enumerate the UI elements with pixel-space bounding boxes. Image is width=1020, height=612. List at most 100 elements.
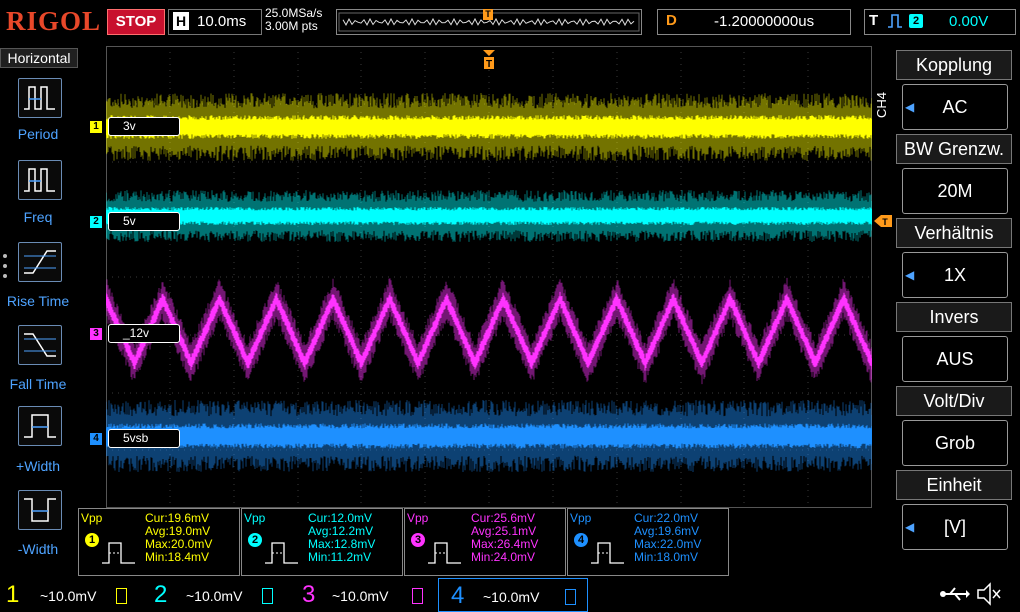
menu-coupling-value[interactable]: ◀ AC bbox=[902, 84, 1008, 130]
fall-time-label: Fall Time bbox=[9, 376, 67, 392]
meas-min: Min:18.0mV bbox=[634, 550, 699, 564]
pulse-width-icon bbox=[102, 542, 135, 564]
ch2-status[interactable]: 2 ~10.0mV bbox=[146, 578, 286, 610]
meas-values: Cur:22.0mV Avg:19.6mV Max:22.0mV Min:18.… bbox=[634, 512, 701, 564]
meas-channel-badge: 1 bbox=[85, 533, 99, 547]
rising-edge-icon bbox=[887, 13, 903, 34]
coupling-value-text: AC bbox=[942, 97, 968, 117]
channel-2-trace bbox=[106, 190, 872, 242]
memory-depth: 3.00M pts bbox=[265, 19, 318, 33]
ch3-number: 3 bbox=[302, 581, 316, 608]
ch3-label: _12v bbox=[108, 324, 180, 343]
positive-width-icon bbox=[24, 414, 56, 438]
meas-values: Cur:25.6mV Avg:25.1mV Max:26.4mV Min:24.… bbox=[471, 512, 538, 564]
pulse-width-icon bbox=[591, 542, 624, 564]
menu-ratio-value[interactable]: ◀ 1X bbox=[902, 252, 1008, 298]
measurement-ch3[interactable]: Vpp 3 Cur:25.6mV Avg:25.1mV Max:26.4mV M… bbox=[404, 508, 566, 576]
pos-width-button[interactable] bbox=[18, 406, 62, 446]
volt-div-value-text: Grob bbox=[934, 433, 976, 453]
trigger-source-badge: 2 bbox=[909, 14, 923, 28]
meas-channel-badge: 4 bbox=[574, 533, 588, 547]
freq-label: Freq bbox=[23, 209, 53, 225]
neg-width-button[interactable] bbox=[18, 490, 62, 530]
meas-type: Vpp bbox=[244, 511, 266, 525]
delay-value: -1.20000000us bbox=[714, 13, 815, 30]
fall-time-button[interactable] bbox=[18, 325, 62, 365]
bandwidth-limit-icon bbox=[565, 589, 576, 605]
menu-title-ratio: Verhältnis bbox=[896, 218, 1012, 248]
ch2-label: 5v bbox=[108, 212, 180, 231]
rise-time-label: Rise Time bbox=[6, 293, 70, 309]
bandwidth-value-text: 20M bbox=[937, 181, 973, 201]
svg-text:T: T bbox=[882, 217, 888, 227]
meas-channel-badge: 2 bbox=[248, 533, 262, 547]
ch2-scale: ~10.0mV bbox=[186, 588, 243, 604]
left-arrow-icon: ◀ bbox=[905, 520, 915, 534]
menu-bandwidth-value[interactable]: 20M bbox=[902, 168, 1008, 214]
meas-channel-badge: 3 bbox=[411, 533, 425, 547]
waveform-display[interactable] bbox=[106, 46, 872, 508]
trigger-badge: T bbox=[869, 12, 879, 29]
trigger-level-marker: T bbox=[874, 214, 894, 227]
freq-icon bbox=[24, 168, 55, 192]
ch4-offset-marker[interactable]: 4 bbox=[90, 433, 102, 445]
menu-title-volt-div: Volt/Div bbox=[896, 386, 1012, 416]
run-stop-status[interactable]: STOP bbox=[107, 9, 165, 35]
measurement-ch2[interactable]: Vpp 2 Cur:12.0mV Avg:12.2mV Max:12.8mV M… bbox=[241, 508, 403, 576]
meas-min: Min:24.0mV bbox=[471, 550, 536, 564]
horizontal-delay[interactable]: D -1.20000000us bbox=[657, 9, 851, 35]
menu-title-bandwidth: BW Grenzw. bbox=[896, 134, 1012, 164]
meas-values: Cur:19.6mV Avg:19.0mV Max:20.0mV Min:18.… bbox=[145, 512, 212, 564]
menu-channel-label: CH4 bbox=[874, 91, 889, 118]
menu-unit-value[interactable]: ◀ [V] bbox=[902, 504, 1008, 550]
acquisition-info: 25.0MSa/s 3.00M pts bbox=[265, 7, 322, 33]
channel-3-trace bbox=[106, 277, 872, 385]
invert-value-text: AUS bbox=[936, 349, 974, 369]
ch4-status-active[interactable]: 4 ~10.0mV bbox=[438, 578, 588, 612]
ch2-number: 2 bbox=[154, 581, 168, 608]
meas-min: Min:11.2mV bbox=[308, 550, 372, 564]
meas-type: Vpp bbox=[570, 511, 592, 525]
ch3-offset-marker[interactable]: 3 bbox=[90, 328, 102, 340]
fall-time-icon bbox=[24, 333, 56, 357]
bandwidth-limit-icon bbox=[116, 588, 127, 604]
bandwidth-limit-icon bbox=[262, 588, 273, 604]
meas-type: Vpp bbox=[407, 511, 429, 525]
neg-width-label: -Width bbox=[17, 541, 59, 557]
left-panel-title: Horizontal bbox=[0, 48, 78, 68]
menu-volt-div-value[interactable]: Grob bbox=[902, 420, 1008, 466]
period-button[interactable] bbox=[18, 78, 62, 118]
svg-text:T: T bbox=[486, 59, 492, 70]
rise-time-button[interactable] bbox=[18, 242, 62, 282]
bandwidth-limit-icon bbox=[412, 588, 423, 604]
ch1-scale: ~10.0mV bbox=[40, 588, 97, 604]
ch1-offset-marker[interactable]: 1 bbox=[90, 121, 102, 133]
pulse-width-icon bbox=[428, 542, 461, 564]
meas-type: Vpp bbox=[81, 511, 103, 525]
ch3-scale: ~10.0mV bbox=[332, 588, 389, 604]
measurement-ch4[interactable]: Vpp 4 Cur:22.0mV Avg:19.6mV Max:22.0mV M… bbox=[567, 508, 729, 576]
left-arrow-icon: ◀ bbox=[905, 100, 915, 114]
delay-badge: D bbox=[666, 12, 677, 29]
ch3-status[interactable]: 3 ~10.0mV bbox=[294, 578, 434, 610]
unit-value-text: [V] bbox=[943, 517, 966, 537]
menu-invert-value[interactable]: AUS bbox=[902, 336, 1008, 382]
freq-button[interactable] bbox=[18, 160, 62, 200]
horizontal-timebase[interactable]: H 10.0ms bbox=[168, 9, 262, 35]
trigger-position-arrow: T bbox=[483, 50, 495, 70]
channel-1-trace bbox=[106, 93, 872, 161]
ch1-status[interactable]: 1 ~10.0mV bbox=[0, 578, 140, 610]
memory-position-bar[interactable]: T bbox=[336, 9, 642, 35]
menu-title-unit: Einheit bbox=[896, 470, 1012, 500]
channel-status-bar: 1 ~10.0mV 2 ~10.0mV 3 ~10.0mV 4 ~10.0mV bbox=[0, 576, 1020, 612]
menu-title-invert: Invers bbox=[896, 302, 1012, 332]
channel-4-trace bbox=[106, 400, 872, 472]
menu-title-coupling: Kopplung bbox=[896, 50, 1012, 80]
ch2-offset-marker[interactable]: 2 bbox=[90, 216, 102, 228]
measurement-ch1[interactable]: Vpp 1 Cur:19.6mV Avg:19.0mV Max:20.0mV M… bbox=[78, 508, 240, 576]
ratio-value-text: 1X bbox=[943, 265, 967, 285]
speaker-mute-icon[interactable] bbox=[976, 582, 1002, 606]
trigger-settings[interactable]: T 2 0.00V bbox=[864, 9, 1016, 35]
ch1-number: 1 bbox=[6, 581, 20, 608]
trigger-level-value: 0.00V bbox=[949, 13, 989, 30]
